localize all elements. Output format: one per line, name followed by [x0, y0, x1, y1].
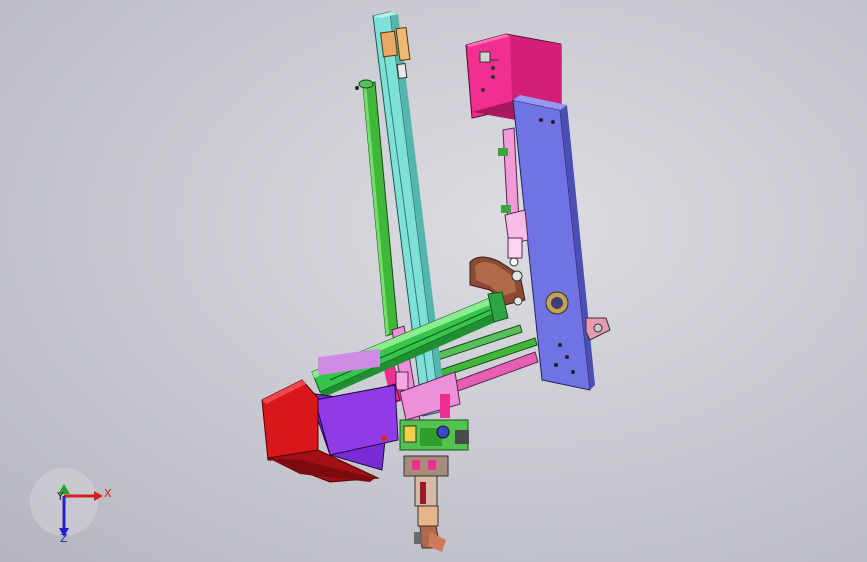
cad-viewport[interactable]: X Y Z: [0, 0, 867, 562]
z-axis-label: Z: [60, 532, 68, 545]
coordinate-triad: X Y Z: [30, 468, 112, 545]
x-axis-label: X: [104, 487, 112, 500]
gripper-assembly[interactable]: [399, 419, 469, 552]
y-axis-label: Y: [56, 490, 64, 503]
